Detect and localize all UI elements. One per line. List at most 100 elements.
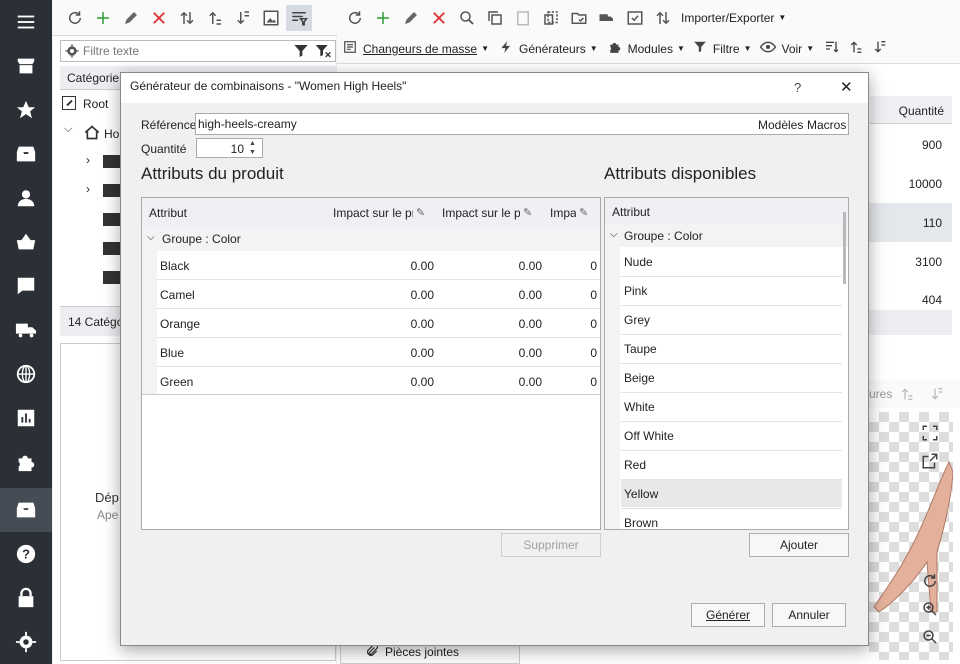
- column-attribute[interactable]: Attribut: [612, 205, 650, 219]
- scrollbar-thumb[interactable]: [843, 212, 846, 284]
- move-up-icon[interactable]: [848, 39, 864, 58]
- fit-screen-icon[interactable]: [921, 424, 939, 445]
- folder-icon[interactable]: [103, 271, 121, 284]
- delete-button[interactable]: Supprimer: [501, 533, 601, 557]
- macros-link[interactable]: Macros: [807, 118, 846, 132]
- available-attribute-item[interactable]: Off White: [624, 429, 674, 443]
- impact-value[interactable]: 0: [567, 317, 597, 331]
- pencil-icon[interactable]: ✎: [416, 206, 425, 219]
- chevron-down-icon[interactable]: ⌵: [147, 232, 155, 243]
- refresh-icon[interactable]: [62, 5, 88, 31]
- column-impact-weight[interactable]: Impa: [550, 206, 576, 220]
- rotate-icon[interactable]: [921, 572, 939, 593]
- view-menu[interactable]: Voir: [778, 42, 807, 56]
- help-icon[interactable]: ?: [0, 532, 52, 576]
- move-up-icon[interactable]: [202, 5, 228, 31]
- qty-cell[interactable]: 3100: [870, 255, 952, 269]
- qty-cell[interactable]: 110: [870, 216, 952, 230]
- add-icon[interactable]: [370, 5, 396, 31]
- generate-button[interactable]: Générer: [691, 603, 765, 627]
- filter-clear-icon[interactable]: [314, 43, 332, 62]
- gear-icon[interactable]: [0, 620, 52, 664]
- delete-icon[interactable]: [146, 5, 172, 31]
- star-icon[interactable]: [0, 88, 52, 132]
- impact-value[interactable]: 0: [567, 259, 597, 273]
- modules-menu[interactable]: Modules: [624, 42, 677, 56]
- truck-icon[interactable]: [0, 308, 52, 352]
- impact-value[interactable]: 0: [567, 288, 597, 302]
- inbox-icon[interactable]: [0, 132, 52, 176]
- move-down-icon[interactable]: [929, 386, 945, 405]
- impact-value[interactable]: 0: [567, 375, 597, 389]
- help-button[interactable]: ?: [794, 80, 801, 95]
- close-button[interactable]: ✕: [840, 78, 853, 96]
- group-row[interactable]: ⌵ Groupe : Color: [605, 224, 848, 247]
- impact-value[interactable]: 0.00: [480, 288, 542, 302]
- filter-list-icon[interactable]: [286, 4, 312, 31]
- chart-icon[interactable]: [0, 396, 52, 440]
- available-attribute-item[interactable]: White: [624, 400, 655, 414]
- edit-icon[interactable]: [118, 5, 144, 31]
- store-icon[interactable]: [0, 44, 52, 88]
- cancel-button[interactable]: Annuler: [772, 603, 846, 627]
- folder-icon[interactable]: [103, 242, 121, 255]
- available-attribute-item[interactable]: Red: [624, 458, 646, 472]
- move-up-icon[interactable]: [899, 386, 915, 405]
- impact-value[interactable]: 0.00: [372, 346, 434, 360]
- user-icon[interactable]: [0, 176, 52, 220]
- refresh-icon[interactable]: [342, 5, 368, 31]
- external-link-icon[interactable]: [921, 452, 939, 473]
- chevron-down-icon[interactable]: ⌵: [610, 229, 618, 240]
- available-attribute-item[interactable]: Grey: [624, 313, 650, 327]
- box-icon[interactable]: [0, 488, 52, 532]
- add-button[interactable]: Ajouter: [749, 533, 849, 557]
- available-attribute-item[interactable]: Nude: [624, 255, 653, 269]
- quantity-stepper[interactable]: 10 ▲ ▼: [196, 138, 263, 158]
- impact-value[interactable]: 0.00: [372, 375, 434, 389]
- gear-icon[interactable]: [64, 43, 80, 62]
- column-impact-price-2[interactable]: Impact sur le pr: [442, 206, 520, 220]
- stepper-arrows-icon[interactable]: ▲ ▼: [249, 139, 256, 157]
- impact-value[interactable]: 0.00: [480, 375, 542, 389]
- delete-icon[interactable]: [426, 5, 452, 31]
- puzzle-icon[interactable]: [0, 440, 52, 484]
- chevron-right-icon[interactable]: ›: [86, 182, 90, 196]
- lock-icon[interactable]: [0, 576, 52, 620]
- available-attribute-item[interactable]: Yellow: [624, 487, 658, 501]
- checklist-icon[interactable]: [622, 5, 648, 31]
- available-attribute-item[interactable]: Pink: [624, 284, 647, 298]
- folder-move-icon[interactable]: [566, 5, 592, 31]
- duplicate-icon[interactable]: [538, 5, 564, 31]
- globe-icon[interactable]: [0, 352, 52, 396]
- filter-text-input[interactable]: Filtre texte: [60, 40, 336, 62]
- add-icon[interactable]: [90, 5, 116, 31]
- column-attribute[interactable]: Attribut: [149, 206, 187, 220]
- available-attribute-item[interactable]: Beige: [624, 371, 655, 385]
- chevron-right-icon[interactable]: ›: [86, 153, 90, 167]
- qty-cell[interactable]: 900: [870, 138, 952, 152]
- truck-check-icon[interactable]: [594, 5, 620, 31]
- import-export-menu[interactable]: Importer/Exporter: [677, 11, 778, 25]
- impact-value[interactable]: 0.00: [372, 259, 434, 273]
- group-row[interactable]: ⌵ Groupe : Color: [142, 226, 600, 251]
- pencil-icon[interactable]: ✎: [579, 206, 588, 219]
- import-export-icon[interactable]: [650, 5, 676, 31]
- available-attribute-item[interactable]: Taupe: [624, 342, 657, 356]
- pencil-icon[interactable]: ✎: [523, 206, 532, 219]
- menu-icon[interactable]: [0, 0, 52, 44]
- filter-menu[interactable]: Filtre: [709, 42, 744, 56]
- qty-cell[interactable]: 10000: [870, 177, 952, 191]
- available-attribute-item[interactable]: Brown: [624, 516, 658, 529]
- impact-value[interactable]: 0.00: [480, 317, 542, 331]
- reference-field[interactable]: high-heels-creamy Modèles Macros: [195, 113, 849, 135]
- templates-link[interactable]: Modèles: [758, 118, 803, 132]
- impact-value[interactable]: 0.00: [372, 317, 434, 331]
- move-down-icon[interactable]: [230, 5, 256, 31]
- generators-menu[interactable]: Générateurs: [515, 42, 590, 56]
- zoom-out-icon[interactable]: [921, 628, 939, 649]
- move-down-icon[interactable]: [872, 39, 888, 58]
- folder-icon[interactable]: [103, 213, 121, 226]
- chevron-down-icon[interactable]: ⌵: [64, 123, 72, 136]
- sort-icon[interactable]: [174, 5, 200, 31]
- edit-icon[interactable]: [398, 5, 424, 31]
